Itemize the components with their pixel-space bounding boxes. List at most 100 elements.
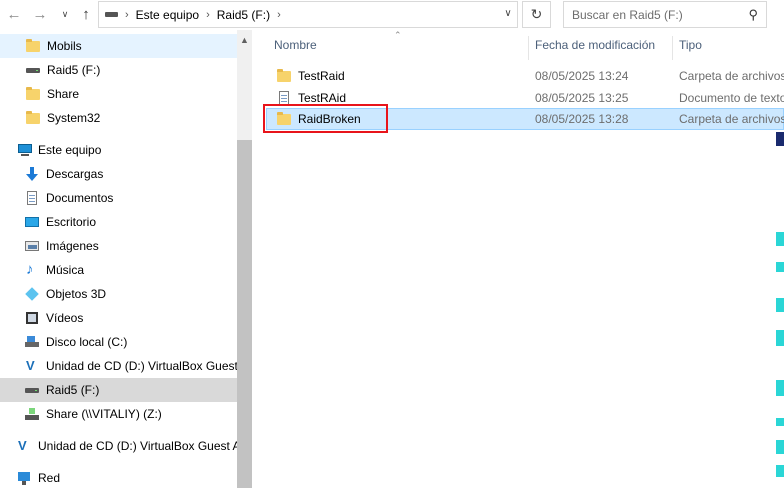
file-date: 08/05/2025 13:25 xyxy=(535,91,629,105)
nav-item-label: Raid5 (F:) xyxy=(47,63,101,77)
refresh-icon[interactable]: ↻ xyxy=(522,1,551,28)
column-header-type[interactable]: Tipo xyxy=(679,30,779,60)
file-row-testraid-folder[interactable]: TestRaid 08/05/2025 13:24 Carpeta de arc… xyxy=(266,65,784,87)
right-edge-artifact xyxy=(776,440,784,454)
nav-item-label: Mobils xyxy=(47,39,82,53)
nav-item-label: Vídeos xyxy=(46,311,84,325)
nav-item-documentos[interactable]: Documentos xyxy=(0,186,237,210)
nav-item-share-network[interactable]: Share (\\VITALIY) (Z:) xyxy=(0,402,237,426)
nav-item-label: Red xyxy=(38,471,61,485)
breadcrumb-separator-icon[interactable]: › xyxy=(125,9,129,21)
file-type: Carpeta de archivos xyxy=(679,69,784,83)
nav-item-label: Música xyxy=(46,263,85,277)
nav-item-este-equipo[interactable]: Este equipo xyxy=(0,138,237,162)
nav-item-label: Share (\\VITALIY) (Z:) xyxy=(46,407,162,421)
column-divider[interactable] xyxy=(672,36,673,60)
network-icon xyxy=(16,470,32,486)
breadcrumb-raid5[interactable]: Raid5 (F:) xyxy=(217,8,270,22)
file-type: Documento de texto xyxy=(679,91,784,105)
nav-item-imagenes[interactable]: Imágenes xyxy=(0,234,237,258)
nav-item-label: Unidad de CD (D:) VirtualBox Guest Addit… xyxy=(46,359,237,373)
right-edge-artifact xyxy=(776,465,784,477)
file-name: TestRAid xyxy=(298,91,347,105)
local-disk-icon xyxy=(24,334,40,350)
nav-item-label: Share xyxy=(47,87,80,101)
search-input[interactable]: Buscar en Raid5 (F:) xyxy=(572,8,748,22)
file-date: 08/05/2025 13:28 xyxy=(535,112,629,126)
back-arrow-icon[interactable]: ← xyxy=(4,4,24,24)
folder-icon xyxy=(276,68,292,84)
address-dropdown-icon[interactable]: ∨ xyxy=(500,2,516,24)
right-edge-artifact xyxy=(776,418,784,426)
download-icon xyxy=(24,166,40,182)
chevron-down-icon[interactable]: ∨ xyxy=(55,4,75,24)
nav-item-escritorio[interactable]: Escritorio xyxy=(0,210,237,234)
breadcrumb-separator-icon[interactable]: › xyxy=(277,9,281,21)
file-date: 08/05/2025 13:24 xyxy=(535,69,629,83)
nav-item-raid5-quick[interactable]: Raid5 (F:) xyxy=(0,58,237,82)
breadcrumb-separator-icon[interactable]: › xyxy=(206,9,210,21)
nav-item-videos[interactable]: Vídeos xyxy=(0,306,237,330)
drive-icon xyxy=(105,12,118,17)
documents-icon xyxy=(24,190,40,206)
file-name: TestRaid xyxy=(298,69,345,83)
nav-item-cd-virtualbox[interactable]: Unidad de CD (D:) VirtualBox Guest Addit… xyxy=(0,354,237,378)
desktop-icon xyxy=(24,214,40,230)
nav-scrollbar[interactable]: ▲ xyxy=(237,30,252,488)
right-edge-artifact xyxy=(776,232,784,246)
right-edge-artifact xyxy=(776,262,784,272)
nav-item-mobils[interactable]: Mobils xyxy=(0,34,237,58)
highlight-annotation-box xyxy=(263,104,388,133)
folder-icon xyxy=(25,110,41,126)
nav-item-label: Disco local (C:) xyxy=(46,335,128,349)
right-edge-artifact xyxy=(776,298,784,312)
address-toolbar: ← → ∨ ↑ › Este equipo › Raid5 (F:) › ∨ ↻… xyxy=(0,0,784,30)
file-type: Carpeta de archivos xyxy=(679,112,784,126)
nav-item-descargas[interactable]: Descargas xyxy=(0,162,237,186)
folder-icon xyxy=(25,86,41,102)
nav-item-raid5-selected[interactable]: Raid5 (F:) xyxy=(0,378,237,402)
nav-item-cd-virtualbox-root[interactable]: Unidad de CD (D:) VirtualBox Guest Addit… xyxy=(0,434,237,458)
nav-item-objetos-3d[interactable]: Objetos 3D xyxy=(0,282,237,306)
pictures-icon xyxy=(24,238,40,254)
column-header-date[interactable]: Fecha de modificación xyxy=(535,30,670,60)
nav-item-disco-local[interactable]: Disco local (C:) xyxy=(0,330,237,354)
column-header-label: Tipo xyxy=(679,38,702,52)
column-header-label: Fecha de modificación xyxy=(535,38,656,52)
nav-item-musica[interactable]: Música xyxy=(0,258,237,282)
search-box[interactable]: Buscar en Raid5 (F:) ⚲ xyxy=(563,1,767,28)
right-edge-artifact xyxy=(776,132,784,146)
file-name-cell: TestRaid xyxy=(276,65,526,87)
computer-icon xyxy=(17,142,33,158)
nav-item-label: Documentos xyxy=(46,191,114,205)
network-drive-icon xyxy=(24,406,40,422)
nav-item-label: Escritorio xyxy=(46,215,97,229)
drive-icon xyxy=(25,62,41,78)
nav-item-label: Este equipo xyxy=(38,143,102,157)
search-icon[interactable]: ⚲ xyxy=(748,7,758,23)
column-divider[interactable] xyxy=(528,36,529,60)
scroll-up-icon[interactable]: ▲ xyxy=(240,35,249,45)
up-arrow-icon[interactable]: ↑ xyxy=(76,4,96,24)
scrollbar-thumb[interactable] xyxy=(237,140,252,488)
nav-item-label: Raid5 (F:) xyxy=(46,383,100,397)
nav-item-label: Unidad de CD (D:) VirtualBox Guest Addit… xyxy=(38,439,237,453)
navigation-pane: Mobils Raid5 (F:) Share System32 Este eq… xyxy=(0,30,252,488)
nav-item-share[interactable]: Share xyxy=(0,82,237,106)
column-header-name[interactable]: Nombre xyxy=(274,30,524,60)
right-edge-artifact xyxy=(776,330,784,346)
virtualbox-cd-icon xyxy=(24,358,40,374)
right-edge-artifact xyxy=(776,380,784,396)
nav-item-label: System32 xyxy=(47,111,101,125)
breadcrumb-este-equipo[interactable]: Este equipo xyxy=(136,8,199,22)
nav-item-red[interactable]: Red xyxy=(0,466,237,490)
nav-item-label: Descargas xyxy=(46,167,104,181)
music-icon xyxy=(24,261,40,278)
column-header-label: Nombre xyxy=(274,38,317,52)
videos-icon xyxy=(24,310,40,326)
objects-3d-icon xyxy=(24,286,40,302)
forward-arrow-icon[interactable]: → xyxy=(30,4,50,24)
breadcrumb[interactable]: › Este equipo › Raid5 (F:) › xyxy=(98,1,518,28)
nav-item-system32[interactable]: System32 xyxy=(0,106,237,130)
drive-icon xyxy=(24,382,40,398)
